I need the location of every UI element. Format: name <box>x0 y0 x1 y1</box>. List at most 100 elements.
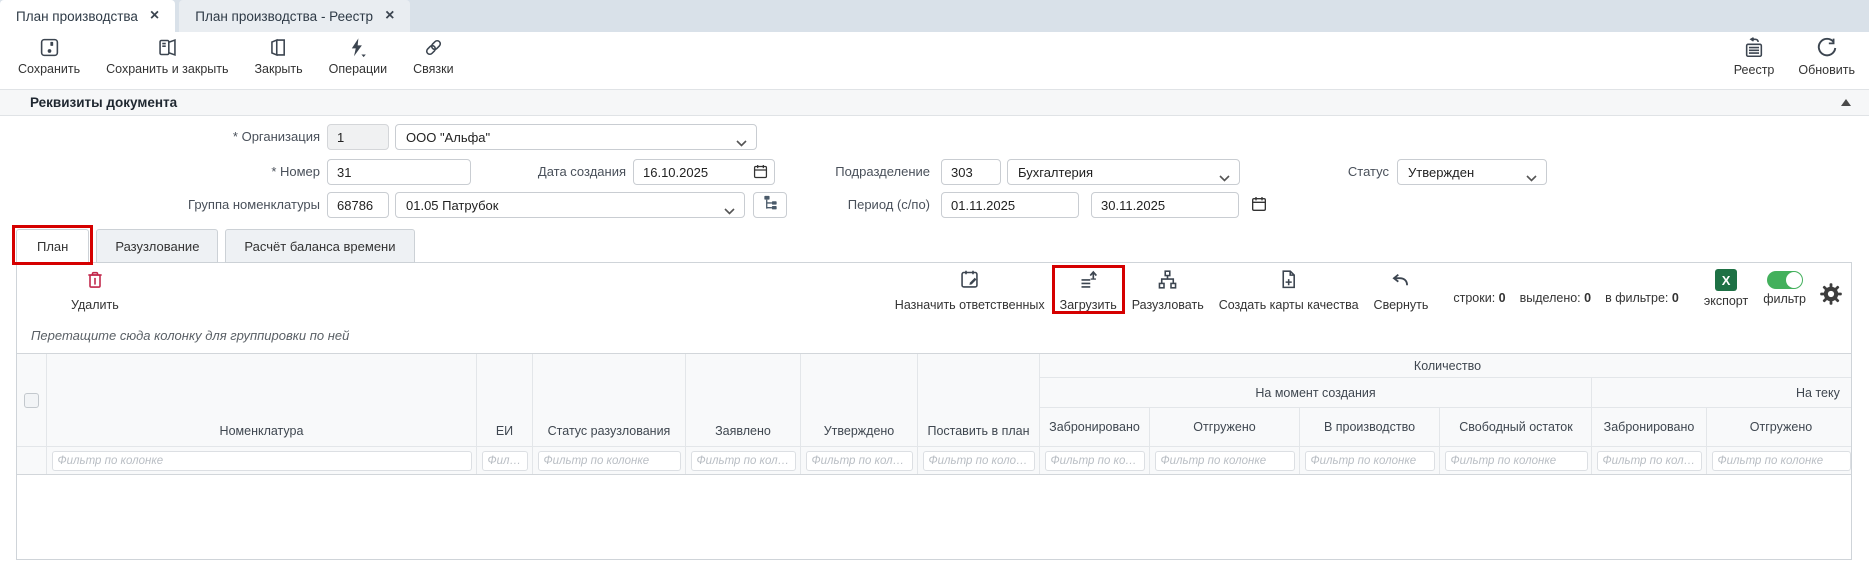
column-unit[interactable]: ЕИ <box>477 354 533 474</box>
filter-input-reserved-creation[interactable] <box>1045 451 1145 471</box>
column-approved[interactable]: Утверждено <box>801 354 918 474</box>
grid-settings-button[interactable] <box>1819 282 1843 311</box>
close-icon[interactable]: × <box>385 8 394 24</box>
division-select[interactable]: Бухгалтерия <box>1007 159 1240 185</box>
org-select[interactable]: ООО "Альфа" <box>395 124 757 150</box>
refresh-button[interactable]: Обновить <box>1798 37 1855 77</box>
tab-time-balance[interactable]: Расчёт баланса времени <box>225 229 414 263</box>
column-in-production[interactable]: В производство <box>1300 408 1440 474</box>
chain-link-icon <box>423 37 444 58</box>
filter-toggle-label: фильтр <box>1763 292 1806 306</box>
chevron-down-icon <box>724 203 735 218</box>
column-put-to-plan[interactable]: Поставить в план <box>918 354 1040 474</box>
explode-button[interactable]: Разузловать <box>1130 269 1206 312</box>
column-header-label[interactable]: Статус разузлования <box>533 354 685 446</box>
tab-explode[interactable]: Разузлование <box>96 229 218 263</box>
filter-input-in-production[interactable] <box>1305 451 1435 471</box>
filter-input-put-to-plan[interactable] <box>923 451 1035 471</box>
filter-input-unit[interactable] <box>482 451 528 471</box>
toggle-on-icon[interactable] <box>1767 271 1803 289</box>
filter-input-requested[interactable] <box>691 451 796 471</box>
save-button[interactable]: Сохранить <box>18 37 80 76</box>
filter-input-free-remainder[interactable] <box>1445 451 1588 471</box>
filter-input-shipped-creation[interactable] <box>1155 451 1295 471</box>
column-header-label[interactable]: Отгружено <box>1707 408 1852 446</box>
assign-responsible-label: Назначить ответственных <box>895 298 1045 312</box>
column-header-label[interactable]: Отгружено <box>1150 408 1299 446</box>
close-icon[interactable]: × <box>150 8 159 24</box>
save-and-close-button[interactable]: Сохранить и закрыть <box>106 37 228 76</box>
column-reserved-current[interactable]: Забронировано <box>1592 408 1707 474</box>
org-code-field[interactable] <box>327 124 389 150</box>
registry-button[interactable]: Реестр <box>1734 37 1775 77</box>
column-header-label[interactable]: Утверждено <box>801 354 917 446</box>
division-code-field[interactable] <box>941 159 1001 185</box>
links-button[interactable]: Связки <box>413 37 453 76</box>
nomenclature-group-label: Группа номенклатуры <box>120 192 320 218</box>
export-excel-button[interactable]: X экспорт <box>1702 269 1750 308</box>
filter-input-explode-status[interactable] <box>538 451 681 471</box>
filter-toggle-button[interactable]: фильтр <box>1761 269 1808 306</box>
calendar-icon[interactable] <box>1251 196 1267 217</box>
document-plus-icon <box>1278 269 1299 295</box>
tree-icon <box>762 194 779 216</box>
excel-icon: X <box>1715 269 1737 291</box>
column-header-label[interactable]: Поставить в план <box>918 354 1039 446</box>
main-toolbar: Сохранить Сохранить и закрыть Закрыть Оп… <box>0 32 1869 89</box>
tree-view-button[interactable] <box>753 192 787 218</box>
column-header-label[interactable]: Заявлено <box>686 354 800 446</box>
explode-label: Разузловать <box>1132 298 1204 312</box>
nomenclature-group-select[interactable]: 01.05 Патрубок <box>395 192 745 218</box>
operations-button[interactable]: Операции <box>329 37 387 76</box>
app-window: План производства × План производства - … <box>0 0 1869 574</box>
filter-input-shipped-current[interactable] <box>1712 451 1851 471</box>
division-label: Подразделение <box>800 159 930 185</box>
assign-responsible-button[interactable]: Назначить ответственных <box>893 269 1047 312</box>
chevron-down-icon <box>736 135 747 150</box>
collapse-arrow-icon[interactable] <box>1841 99 1851 106</box>
column-requested[interactable]: Заявлено <box>686 354 801 474</box>
subgroup-current-label: На теку <box>1592 378 1852 408</box>
window-tab-plan-registry[interactable]: План производства - Реестр × <box>179 0 410 32</box>
number-field[interactable] <box>327 159 471 185</box>
window-tab-bar: План производства × План производства - … <box>0 0 1869 32</box>
upload-icon <box>1078 269 1099 295</box>
column-free-remainder[interactable]: Свободный остаток <box>1440 408 1592 474</box>
period-from-field[interactable] <box>941 192 1079 218</box>
trash-icon <box>85 270 105 295</box>
save-label: Сохранить <box>18 62 80 76</box>
create-quality-cards-button[interactable]: Создать карты качества <box>1217 269 1361 312</box>
select-all-checkbox[interactable] <box>24 393 39 408</box>
org-select-value: ООО "Альфа" <box>406 130 490 145</box>
filter-input-nomenclature[interactable] <box>52 451 472 471</box>
tab-plan[interactable]: План <box>16 229 89 263</box>
requisites-section-header[interactable]: Реквизиты документа <box>0 89 1869 116</box>
column-reserved-creation[interactable]: Забронировано <box>1040 408 1150 474</box>
window-tab-plan[interactable]: План производства × <box>0 0 175 32</box>
column-shipped-current[interactable]: Отгружено <box>1707 408 1852 474</box>
delete-button[interactable]: Удалить <box>69 270 121 312</box>
column-header-label[interactable]: Забронировано <box>1592 408 1706 446</box>
column-explode-status[interactable]: Статус разузлования <box>533 354 686 474</box>
column-header-label[interactable]: Забронировано <box>1040 408 1149 446</box>
filter-input-reserved-current[interactable] <box>1597 451 1702 471</box>
chevron-down-icon <box>1526 170 1537 185</box>
rows-counter: строки: 0 <box>1453 291 1505 305</box>
column-shipped-creation[interactable]: Отгружено <box>1150 408 1300 474</box>
column-header-label[interactable]: Номенклатура <box>47 354 476 446</box>
status-select[interactable]: Утвержден <box>1397 159 1547 185</box>
period-to-field[interactable] <box>1091 192 1239 218</box>
period-label: Период (с/по) <box>800 192 930 218</box>
column-nomenclature[interactable]: Номенклатура <box>47 354 477 474</box>
collapse-button[interactable]: Свернуть <box>1372 269 1431 312</box>
close-button[interactable]: Закрыть <box>255 37 303 76</box>
nomenclature-group-code-field[interactable] <box>327 192 389 218</box>
tab-time-balance-label: Расчёт баланса времени <box>244 239 395 254</box>
load-button[interactable]: Загрузить <box>1058 269 1119 312</box>
column-header-label[interactable]: ЕИ <box>477 354 532 446</box>
groupby-bar[interactable]: Перетащите сюда колонку для группировки … <box>17 321 1851 353</box>
column-header-label[interactable]: Свободный остаток <box>1440 408 1592 446</box>
filter-input-approved[interactable] <box>806 451 913 471</box>
column-header-label[interactable]: В производство <box>1300 408 1439 446</box>
created-label: Дата создания <box>480 159 626 185</box>
